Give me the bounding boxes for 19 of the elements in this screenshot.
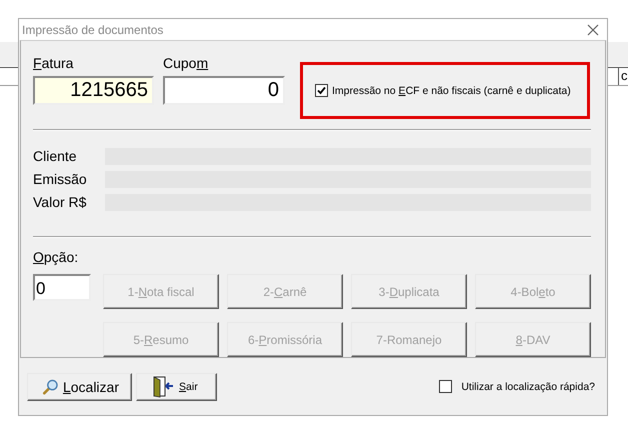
info-label: Cliente [33, 148, 78, 166]
door-icon [151, 376, 175, 398]
option-label: Opção: [33, 249, 80, 266]
close-icon[interactable] [587, 24, 599, 36]
ecf-option-label: Impressão no ECF e não fiscais (carnê e duplicata) [332, 84, 571, 97]
table-cell: c [621, 68, 628, 83]
fatura-field[interactable]: 1215665 [33, 76, 154, 106]
info-label: Valor R$ [33, 194, 88, 212]
info-label: Emissão [33, 171, 88, 188]
quick-search-checkbox[interactable] [439, 380, 452, 394]
footer-button[interactable]: Sair [136, 372, 217, 401]
quick-search-label: Utilizar a localização rápida? [461, 380, 595, 393]
option-field[interactable]: 0 [33, 274, 91, 302]
cupom-field[interactable]: 0 [163, 76, 285, 106]
footer-button[interactable]: Localizar [27, 372, 132, 401]
fatura-label: Fatura [33, 55, 74, 72]
window-title: Impressão de documentos [22, 22, 164, 37]
cupom-label: Cupom [163, 55, 210, 72]
ecf-checkbox[interactable] [315, 84, 328, 98]
